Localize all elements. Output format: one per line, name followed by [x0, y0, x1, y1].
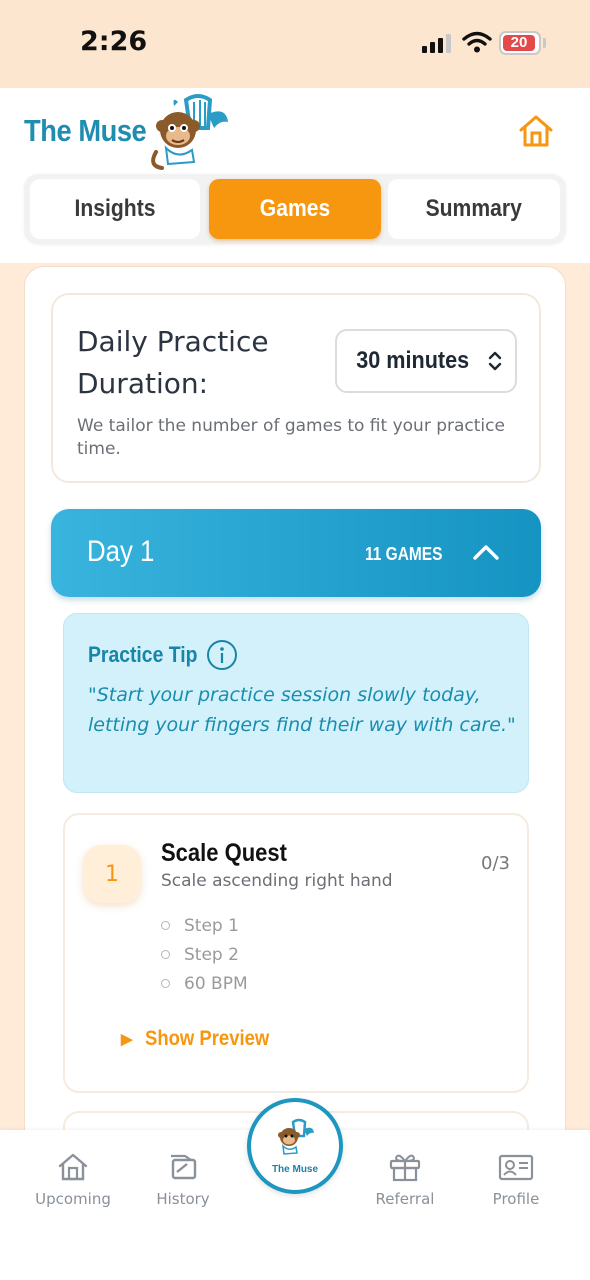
game-steps: Step 1 Step 2 60 BPM — [161, 911, 248, 998]
practice-tip-title: Practice Tip — [88, 642, 198, 667]
nav-center-label: The Muse — [271, 1164, 319, 1175]
show-preview-button[interactable]: ▶ Show Preview — [121, 1027, 286, 1051]
home-icon[interactable] — [518, 114, 554, 148]
day-header[interactable]: Day 1 11 GAMES — [51, 509, 541, 597]
battery-level: 20 — [503, 35, 535, 51]
game-subtitle: Scale ascending right hand — [161, 871, 393, 891]
tab-summary[interactable]: Summary — [388, 179, 560, 239]
game-title: Scale Quest — [161, 839, 287, 867]
mascot-logo-icon — [151, 94, 228, 170]
profile-card-icon — [498, 1154, 534, 1181]
wifi-icon — [462, 31, 492, 53]
step-label: 60 BPM — [184, 973, 248, 994]
select-chevrons-icon — [488, 351, 501, 371]
nav-profile[interactable]: Profile — [461, 1152, 571, 1208]
tab-bar: Insights Games Summary — [24, 174, 566, 244]
game-card[interactable]: 1 Scale Quest 0/3 Scale ascending right … — [63, 813, 529, 1093]
games-content: Daily Practice Duration: 30 minutes We t… — [24, 266, 566, 1167]
practice-tip-card: Practice Tip "Start your practice sessio… — [63, 613, 529, 793]
battery-cap — [543, 38, 546, 48]
brand-title: The Muse — [24, 113, 147, 148]
mascot-icon — [278, 1118, 314, 1155]
app-header: The Muse Insights Games Summary — [0, 88, 590, 263]
game-step: Step 2 — [161, 940, 248, 969]
nav-referral-label: Referral — [375, 1190, 435, 1208]
status-time: 2:26 — [80, 26, 148, 57]
game-step: 60 BPM — [161, 969, 248, 998]
duration-value: 30 minutes — [356, 347, 470, 374]
step-bullet-icon — [161, 921, 170, 930]
practice-duration-description: We tailor the number of games to fit you… — [77, 416, 505, 459]
info-icon[interactable] — [206, 639, 238, 671]
step-bullet-icon — [161, 950, 170, 959]
practice-duration-title: Daily Practice Duration: — [77, 325, 269, 400]
battery-icon: 20 — [499, 31, 541, 55]
duration-select[interactable]: 30 minutes — [335, 329, 517, 393]
tab-games-label: Games — [259, 195, 331, 222]
cellular-signal-icon — [422, 34, 451, 53]
play-triangle-icon: ▶ — [121, 1031, 133, 1048]
tab-insights[interactable]: Insights — [30, 179, 200, 239]
day-title: Day 1 — [87, 535, 155, 568]
nav-history[interactable]: History — [128, 1152, 238, 1208]
nav-profile-label: Profile — [492, 1190, 540, 1208]
tab-summary-label: Summary — [425, 195, 523, 222]
nav-history-label: History — [156, 1190, 210, 1208]
day-games-count: 11 GAMES — [365, 544, 443, 564]
step-label: Step 2 — [184, 944, 239, 965]
nav-upcoming-label: Upcoming — [35, 1190, 111, 1208]
game-progress: 0/3 — [481, 853, 510, 874]
nav-upcoming[interactable]: Upcoming — [18, 1152, 128, 1208]
nav-center-muse-button[interactable]: The Muse — [247, 1098, 343, 1194]
nav-referral[interactable]: Referral — [350, 1152, 460, 1208]
practice-tip-quote: "Start your practice session slowly toda… — [88, 684, 516, 736]
practice-duration-card: Daily Practice Duration: 30 minutes We t… — [51, 293, 541, 483]
gift-icon — [389, 1154, 421, 1182]
step-bullet-icon — [161, 979, 170, 988]
step-label: Step 1 — [184, 915, 239, 936]
game-step: Step 1 — [161, 911, 248, 940]
game-number-badge: 1 — [83, 845, 141, 903]
history-icon — [171, 1154, 197, 1180]
tab-insights-label: Insights — [74, 195, 156, 222]
tab-games[interactable]: Games — [209, 179, 381, 239]
calendar-home-icon — [58, 1153, 88, 1181]
show-preview-label: Show Preview — [144, 1027, 269, 1050]
status-bar: 2:26 20 — [0, 0, 590, 88]
chevron-up-icon[interactable] — [471, 539, 501, 565]
